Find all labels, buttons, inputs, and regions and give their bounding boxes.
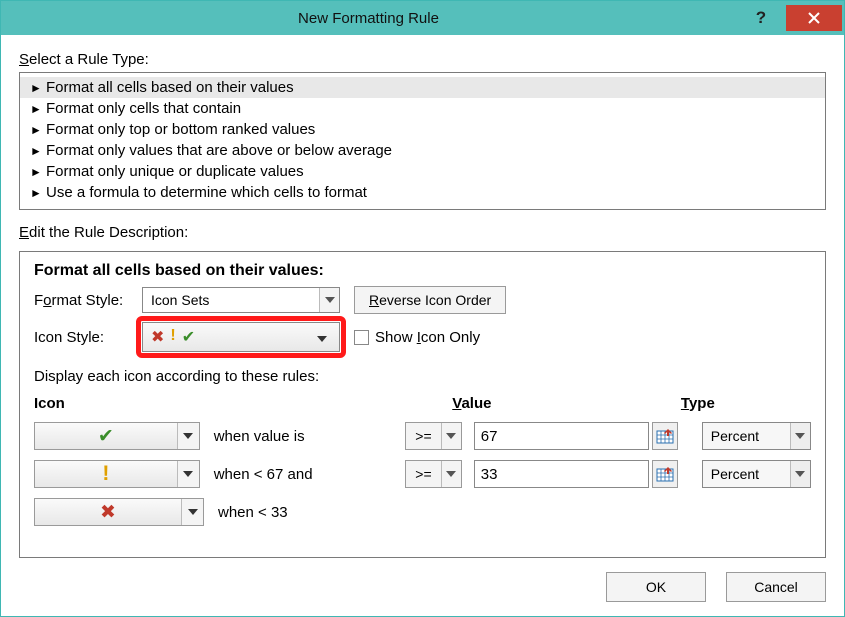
icon-style-preview: ✖ ! ✔ <box>143 327 317 347</box>
rule-row: ✔ when value is >= 67 Percent <box>34 422 811 450</box>
rule-type-text: Use a formula to determine which cells t… <box>46 184 367 201</box>
rule-type-item[interactable]: ► Format only cells that contain <box>20 98 825 119</box>
rule-type-item[interactable]: ► Format only unique or duplicate values <box>20 161 825 182</box>
arrow-icon: ► <box>30 165 46 179</box>
value-input[interactable]: 33 <box>474 460 650 488</box>
icon-style-combo[interactable]: ✖ ! ✔ <box>142 322 340 352</box>
show-icon-only-checkbox[interactable]: Show Icon Only <box>354 329 480 346</box>
arrow-icon: ► <box>30 102 46 116</box>
icon-style-label: Icon Style: <box>34 329 142 346</box>
close-icon <box>807 11 821 25</box>
exclamation-icon: ! <box>170 327 175 347</box>
type-combo[interactable]: Percent <box>702 422 811 450</box>
chevron-down-icon <box>441 461 461 487</box>
range-ref-button[interactable] <box>652 460 678 488</box>
when-text: when value is <box>200 428 386 445</box>
chevron-down-icon <box>790 461 810 487</box>
arrow-icon: ► <box>30 81 46 95</box>
operator-value: >= <box>406 466 441 482</box>
check-icon: ✔ <box>35 425 177 448</box>
arrow-icon: ► <box>30 123 46 137</box>
arrow-icon: ► <box>30 186 46 200</box>
window-title: New Formatting Rule <box>1 10 736 27</box>
rule-type-text: Format only cells that contain <box>46 100 241 117</box>
rule-type-text: Format only unique or duplicate values <box>46 163 304 180</box>
when-text: when < 67 and <box>200 466 386 483</box>
icon-picker[interactable]: ! <box>34 460 200 488</box>
exclamation-icon: ! <box>35 462 177 486</box>
type-value: Percent <box>703 466 790 482</box>
rule-type-item[interactable]: ► Format only top or bottom ranked value… <box>20 119 825 140</box>
header-type: Type <box>681 395 811 412</box>
client-area: Select a Rule Type: ► Format all cells b… <box>1 35 844 616</box>
close-button[interactable] <box>786 5 842 31</box>
footer: OK Cancel <box>19 558 826 602</box>
format-style-label: Format Style: <box>34 292 142 309</box>
chevron-down-icon <box>319 288 339 312</box>
rule-type-text: Format only top or bottom ranked values <box>46 121 315 138</box>
select-rule-type-label: Select a Rule Type: <box>19 51 826 68</box>
titlebar: New Formatting Rule ? <box>1 1 844 35</box>
format-style-value: Icon Sets <box>143 292 319 308</box>
chevron-down-icon <box>177 423 199 449</box>
rule-type-item[interactable]: ► Format all cells based on their values <box>20 77 825 98</box>
header-icon: Icon <box>34 395 387 412</box>
dialog-window: New Formatting Rule ? Select a Rule Type… <box>0 0 845 617</box>
type-value: Percent <box>703 428 790 444</box>
operator-combo[interactable]: >= <box>405 460 462 488</box>
cross-icon: ✖ <box>151 327 164 347</box>
display-rules-label: Display each icon according to these rul… <box>34 368 811 385</box>
checkbox-icon <box>354 330 369 345</box>
description-title: Format all cells based on their values: <box>34 262 811 280</box>
rule-row: ✖ when < 33 <box>34 498 811 526</box>
cross-icon: ✖ <box>35 501 181 524</box>
range-ref-button[interactable] <box>652 422 678 450</box>
icon-picker[interactable]: ✖ <box>34 498 204 526</box>
operator-combo[interactable]: >= <box>405 422 462 450</box>
chevron-down-icon <box>441 423 461 449</box>
rule-row: ! when < 67 and >= 33 Percent <box>34 460 811 488</box>
chevron-down-icon <box>317 329 339 345</box>
header-value: Value <box>452 395 658 412</box>
cancel-button[interactable]: Cancel <box>726 572 826 602</box>
description-box: Format all cells based on their values: … <box>19 251 826 558</box>
operator-value: >= <box>406 428 441 444</box>
reverse-icon-order-button[interactable]: Reverse Icon Order <box>354 286 506 314</box>
value-input[interactable]: 67 <box>474 422 650 450</box>
rule-type-text: Format all cells based on their values <box>46 79 294 96</box>
type-combo[interactable]: Percent <box>702 460 811 488</box>
when-text: when < 33 <box>204 504 394 521</box>
ok-button[interactable]: OK <box>606 572 706 602</box>
format-style-combo[interactable]: Icon Sets <box>142 287 340 313</box>
help-button[interactable]: ? <box>736 8 786 28</box>
arrow-icon: ► <box>30 144 46 158</box>
rule-type-item[interactable]: ► Format only values that are above or b… <box>20 140 825 161</box>
chevron-down-icon <box>181 499 203 525</box>
icon-picker[interactable]: ✔ <box>34 422 200 450</box>
chevron-down-icon <box>177 461 199 487</box>
check-icon: ✔ <box>182 327 195 347</box>
rules-header: Icon Value Type <box>34 395 811 412</box>
chevron-down-icon <box>790 423 810 449</box>
rule-type-item[interactable]: ► Use a formula to determine which cells… <box>20 182 825 203</box>
rule-type-list[interactable]: ► Format all cells based on their values… <box>19 72 826 210</box>
show-icon-only-label: Show Icon Only <box>375 329 480 346</box>
range-icon <box>656 427 674 445</box>
edit-description-label: Edit the Rule Description: <box>19 224 826 241</box>
range-icon <box>656 465 674 483</box>
rule-type-text: Format only values that are above or bel… <box>46 142 392 159</box>
